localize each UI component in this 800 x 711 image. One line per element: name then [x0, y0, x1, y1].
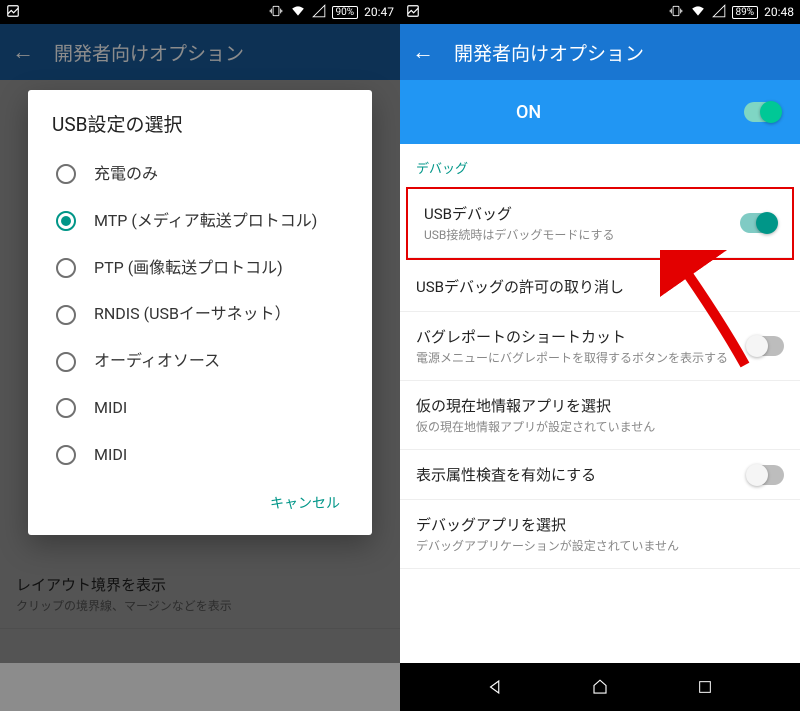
toggle-switch[interactable]	[748, 336, 784, 356]
battery-indicator: 89%	[732, 6, 759, 19]
radio-option-4[interactable]: オーディオソース	[52, 338, 362, 385]
nav-bar	[400, 663, 800, 711]
nav-recent-icon[interactable]	[695, 677, 715, 697]
radio-option-6[interactable]: MIDI	[52, 432, 362, 479]
master-toggle[interactable]	[744, 102, 780, 122]
radio-option-5[interactable]: MIDI	[52, 385, 362, 432]
radio-icon	[56, 352, 76, 372]
radio-icon	[56, 258, 76, 278]
radio-icon	[56, 211, 76, 231]
setting-item-2[interactable]: バグレポートのショートカット電源メニューにバグレポートを取得するボタンを表示する	[400, 312, 800, 381]
usb-config-dialog: USB設定の選択 充電のみ MTP (メディア転送プロトコル) PTP (画像転送プ…	[28, 90, 372, 535]
radio-label: MIDI	[94, 445, 127, 466]
status-bar: 90% 20:47	[0, 0, 400, 24]
setting-item-4[interactable]: 表示属性検査を有効にする	[400, 450, 800, 500]
setting-subtitle: 電源メニューにバグレポートを取得するボタンを表示する	[416, 349, 748, 366]
wifi-icon	[690, 4, 706, 21]
radio-option-3[interactable]: RNDIS (USBイーサネット）	[52, 291, 362, 338]
setting-title: バグレポートのショートカット	[416, 326, 748, 347]
setting-subtitle: デバッグアプリケーションが設定されていません	[416, 537, 784, 554]
section-label: デバッグ	[400, 144, 800, 185]
toggle-switch[interactable]	[748, 465, 784, 485]
settings-content: デバッグ USBデバッグ USB接続時はデバッグモードにする USBデバッグの許可の…	[400, 144, 800, 663]
dialog-title: USB設定の選択	[52, 110, 362, 137]
radio-label: MTP (メディア転送プロトコル)	[94, 211, 317, 232]
left-screen: 90% 20:47 ← 開発者向けオプション レイアウト境界を表示 クリップの境…	[0, 0, 400, 711]
radio-option-0[interactable]: 充電のみ	[52, 151, 362, 198]
vibrate-icon	[668, 4, 684, 21]
setting-title: 仮の現在地情報アプリを選択	[416, 395, 784, 416]
nav-home-icon[interactable]	[590, 677, 610, 697]
right-screen: 89% 20:48 ← 開発者向けオプション ON デバッグ USBデバッグUS…	[400, 0, 800, 711]
app-header: ← 開発者向けオプション	[400, 24, 800, 80]
radio-icon	[56, 164, 76, 184]
wifi-icon	[290, 4, 306, 21]
setting-subtitle: 仮の現在地情報アプリが設定されていません	[416, 418, 784, 435]
setting-title: デバッグアプリを選択	[416, 514, 784, 535]
signal-icon	[312, 4, 326, 21]
toggle-switch[interactable]	[740, 213, 776, 233]
radio-icon	[56, 398, 76, 418]
clock: 20:47	[364, 5, 394, 19]
nav-back-icon[interactable]	[485, 677, 505, 697]
setting-subtitle: USB接続時はデバッグモードにする	[424, 226, 740, 243]
radio-label: 充電のみ	[94, 164, 158, 185]
vibrate-icon	[268, 4, 284, 21]
radio-option-1[interactable]: MTP (メディア転送プロトコル)	[52, 198, 362, 245]
setting-item-1[interactable]: USBデバッグの許可の取り消し	[400, 262, 800, 312]
image-icon	[6, 4, 20, 21]
radio-label: MIDI	[94, 398, 127, 419]
page-title: 開発者向けオプション	[454, 39, 644, 66]
setting-title: USBデバッグの許可の取り消し	[416, 276, 784, 297]
setting-item-0[interactable]: USBデバッグ USB接続時はデバッグモードにする	[408, 189, 792, 258]
radio-icon	[56, 445, 76, 465]
image-icon	[406, 4, 420, 21]
cancel-button[interactable]: キャンセル	[260, 485, 350, 521]
master-toggle-label: ON	[516, 102, 541, 123]
radio-label: RNDIS (USBイーサネット）	[94, 304, 291, 325]
signal-icon	[712, 4, 726, 21]
setting-item-3[interactable]: 仮の現在地情報アプリを選択仮の現在地情報アプリが設定されていません	[400, 381, 800, 450]
status-bar: 89% 20:48	[400, 0, 800, 24]
master-toggle-row[interactable]: ON	[400, 80, 800, 144]
radio-label: PTP (画像転送プロトコル)	[94, 258, 283, 279]
setting-title: USBデバッグ	[424, 203, 740, 224]
back-icon[interactable]: ←	[412, 39, 434, 65]
setting-title: 表示属性検査を有効にする	[416, 464, 748, 485]
clock: 20:48	[764, 5, 794, 19]
radio-label: オーディオソース	[94, 351, 220, 372]
radio-list: 充電のみ MTP (メディア転送プロトコル) PTP (画像転送プロトコル) RNDI…	[52, 151, 362, 479]
setting-item-5[interactable]: デバッグアプリを選択デバッグアプリケーションが設定されていません	[400, 500, 800, 569]
radio-icon	[56, 305, 76, 325]
battery-indicator: 90%	[332, 6, 359, 19]
radio-option-2[interactable]: PTP (画像転送プロトコル)	[52, 245, 362, 292]
